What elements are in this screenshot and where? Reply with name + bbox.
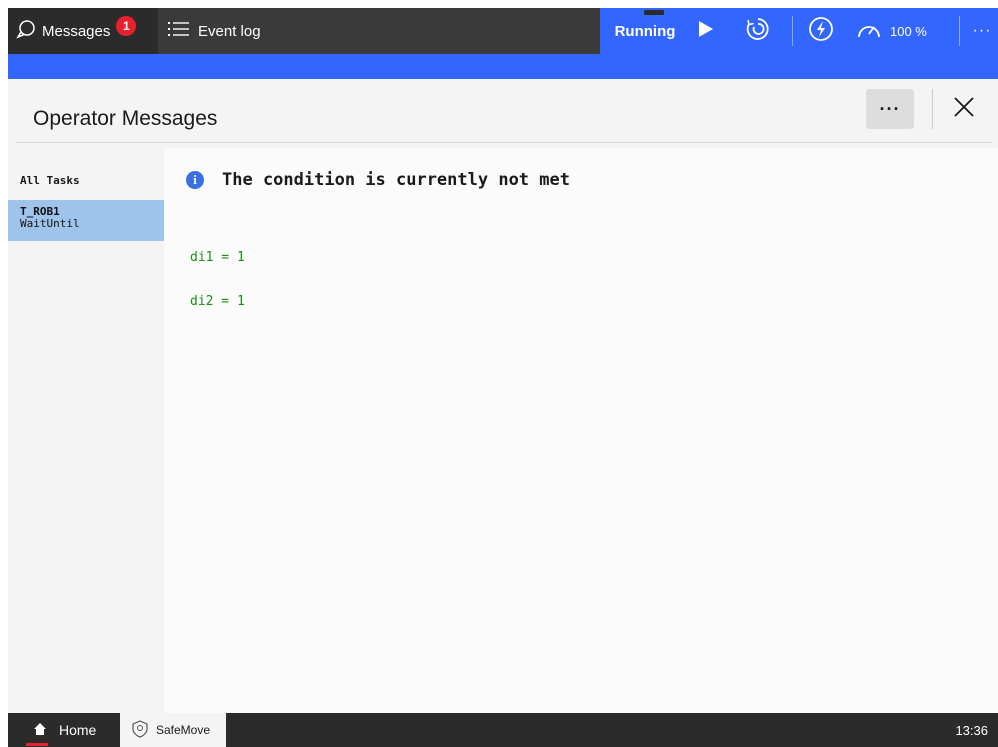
message-panel: i The condition is currently not met di1… bbox=[164, 148, 998, 713]
messages-label: Messages bbox=[42, 22, 111, 40]
safemove-tab[interactable]: SafeMove bbox=[120, 713, 226, 747]
run-mode-button[interactable] bbox=[745, 8, 775, 54]
header-divider bbox=[16, 142, 992, 143]
event-log-label: Event log bbox=[198, 22, 261, 40]
accent-stripe bbox=[8, 54, 998, 79]
cycle-icon bbox=[745, 16, 771, 47]
motors-button[interactable] bbox=[808, 8, 838, 54]
chat-bubble-icon bbox=[16, 19, 36, 43]
message-title: The condition is currently not met bbox=[222, 170, 570, 190]
message-header: i The condition is currently not met bbox=[186, 170, 570, 190]
header-more-button[interactable]: ··· bbox=[866, 89, 914, 129]
header-separator bbox=[932, 89, 933, 129]
condition-line: di2 = 1 bbox=[190, 294, 245, 309]
messages-button[interactable]: Messages 1 bbox=[16, 8, 137, 54]
condition-line: di1 = 1 bbox=[190, 250, 245, 265]
task-item-t-rob1[interactable]: T_ROB1 WaitUntil bbox=[8, 200, 164, 241]
topbar-separator bbox=[959, 16, 960, 46]
home-label: Home bbox=[59, 722, 97, 738]
speed-button[interactable]: 100 % bbox=[856, 8, 946, 54]
shield-icon bbox=[132, 719, 148, 741]
app-frame: Messages 1 Event log Running 100 % ··· O… bbox=[8, 8, 998, 747]
list-icon bbox=[168, 20, 190, 42]
home-icon bbox=[33, 722, 47, 739]
close-button[interactable] bbox=[942, 89, 986, 129]
topbar-separator bbox=[792, 16, 793, 46]
running-status[interactable]: Running bbox=[600, 8, 690, 54]
home-button[interactable]: Home bbox=[8, 713, 120, 747]
speedometer-icon bbox=[856, 20, 882, 43]
page-header: Operator Messages ··· bbox=[8, 79, 998, 143]
event-log-button[interactable]: Event log bbox=[158, 8, 600, 54]
messages-count-badge: 1 bbox=[116, 16, 137, 36]
lightning-icon bbox=[808, 16, 834, 47]
all-tasks-item[interactable]: All Tasks bbox=[20, 174, 80, 187]
safemove-label: SafeMove bbox=[156, 723, 211, 737]
topbar-more-button[interactable]: ··· bbox=[966, 8, 998, 54]
info-icon: i bbox=[186, 171, 204, 189]
speed-label: 100 % bbox=[890, 23, 927, 39]
task-instruction: WaitUntil bbox=[20, 217, 80, 230]
top-bar: Messages 1 Event log Running 100 % ··· bbox=[8, 8, 998, 54]
play-icon bbox=[698, 20, 714, 43]
clock: 13:36 bbox=[955, 722, 988, 738]
play-button[interactable] bbox=[698, 8, 722, 54]
bottom-bar: Home SafeMove 13:36 bbox=[8, 713, 998, 747]
task-sidebar: All Tasks T_ROB1 WaitUntil bbox=[8, 148, 164, 713]
home-active-indicator bbox=[26, 743, 48, 746]
close-icon bbox=[953, 96, 975, 123]
page-title: Operator Messages bbox=[33, 107, 218, 130]
